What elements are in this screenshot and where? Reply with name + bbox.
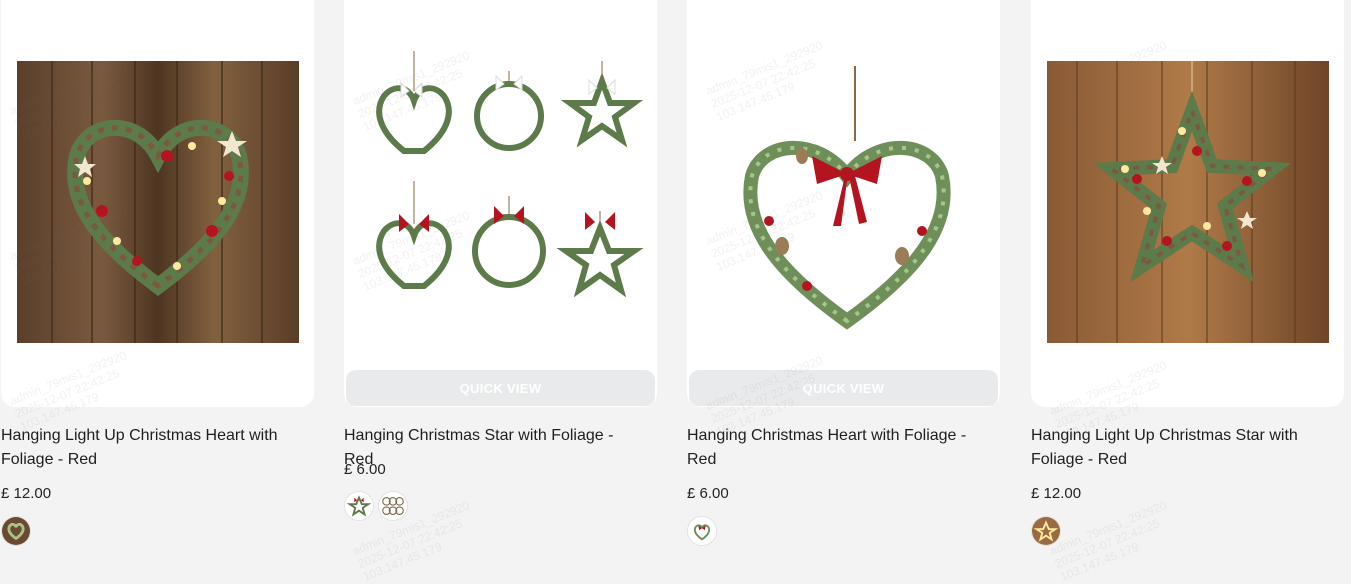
quick-view-button[interactable]: QUICK VIEW [689,370,998,406]
star-wreath-swatch-icon[interactable] [344,491,374,521]
variant-swatches [344,491,408,521]
heart-wreath-swatch-icon[interactable] [687,516,717,546]
product-price: £ 12.00 [1031,485,1082,502]
product-card[interactable]: QUICK VIEW Hanging Christmas Heart with … [687,0,1001,558]
product-image-frame[interactable]: QUICK VIEW [344,0,657,407]
product-image-frame[interactable] [1,0,314,407]
product-title[interactable]: Hanging Christmas Heart with Foliage - R… [687,424,987,472]
watermark: admin_79mis1_292920 2025-12-07 22:42:25 … [1047,498,1169,584]
variant-swatches [1,516,31,546]
product-image-frame[interactable]: QUICK VIEW [687,0,1000,407]
heart-wreath-wood-swatch-icon[interactable] [1,516,31,546]
variant-swatches [1031,516,1061,546]
star-wreath-wood-swatch-icon[interactable] [1031,516,1061,546]
quick-view-button[interactable]: QUICK VIEW [346,370,655,406]
wreath-set-six-shapes-image[interactable] [354,46,648,336]
product-title[interactable]: Hanging Light Up Christmas Heart with Fo… [1,424,301,472]
product-price: £ 6.00 [344,461,386,478]
product-title[interactable]: Hanging Light Up Christmas Star with Fol… [1031,424,1331,472]
heart-wreath-red-bow-image[interactable] [697,46,991,336]
product-grid: Hanging Light Up Christmas Heart with Fo… [0,0,1351,584]
heart-wreath-lights-on-wood-image[interactable] [17,61,299,343]
product-card[interactable]: Hanging Light Up Christmas Heart with Fo… [1,0,315,558]
product-card[interactable]: Hanging Light Up Christmas Star with Fol… [1031,0,1345,584]
product-price: £ 12.00 [1,485,52,502]
variant-swatches [687,516,717,546]
product-card[interactable]: QUICK VIEW Hanging Christmas Star with F… [344,0,658,584]
wreath-set-swatch-icon[interactable] [378,491,408,521]
star-wreath-lights-on-wood-image[interactable] [1047,61,1329,343]
product-price: £ 6.00 [687,485,729,502]
product-image-frame[interactable] [1031,0,1344,407]
product-title[interactable]: Hanging Christmas Star with Foliage - Re… [344,424,644,472]
